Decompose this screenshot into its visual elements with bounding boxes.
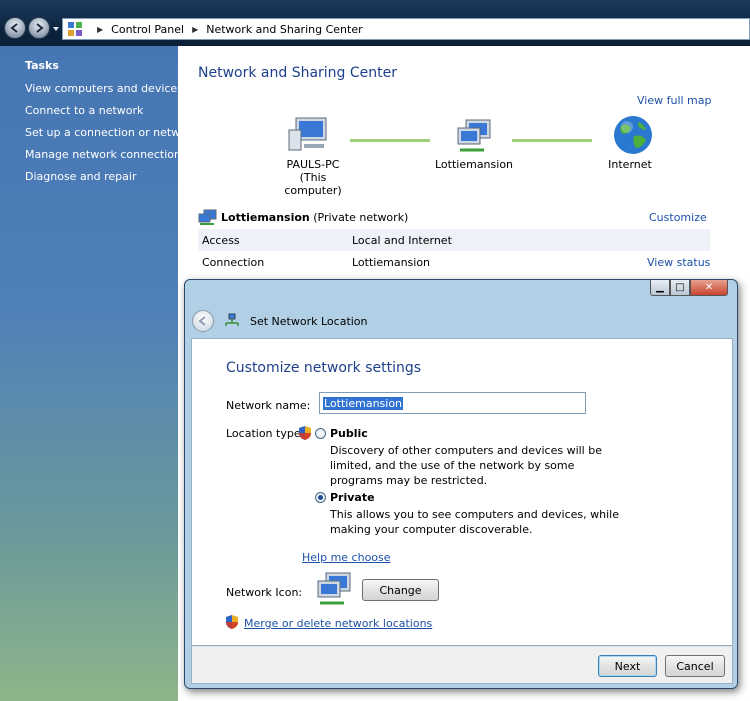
map-link-line	[512, 139, 592, 142]
network-location-icon	[225, 313, 239, 326]
network-name-label: Network name:	[226, 399, 311, 412]
close-button[interactable]: ✕	[690, 280, 728, 296]
computer-name: PAULS-PC	[286, 158, 340, 171]
private-option-label[interactable]: Private	[330, 491, 375, 504]
close-icon: ✕	[704, 282, 714, 293]
network-name: Lottiemansion	[221, 211, 310, 224]
task-view-computers[interactable]: View computers and devices	[25, 82, 183, 95]
set-network-location-dialog: ▁ □ ✕ Set Network Location Customize net…	[184, 279, 738, 689]
back-arrow-icon	[10, 23, 18, 33]
address-bar-area: ▶ Control Panel ▶ Network and Sharing Ce…	[0, 0, 750, 46]
address-bar[interactable]: ▶ Control Panel ▶ Network and Sharing Ce…	[62, 18, 750, 40]
breadcrumb-network-sharing-center[interactable]: Network and Sharing Center	[206, 23, 362, 36]
public-option-description: Discovery of other computers and devices…	[330, 444, 602, 487]
security-shield-icon	[226, 615, 238, 629]
minimize-icon: ▁	[656, 282, 664, 293]
back-arrow-icon	[198, 316, 206, 326]
network-node: Lottiemansion	[432, 158, 516, 171]
computer-icon	[288, 117, 327, 151]
public-radio[interactable]	[315, 428, 326, 439]
network-map-name: Lottiemansion	[434, 158, 514, 171]
row-key: Access	[202, 233, 240, 247]
view-status-link[interactable]: View status	[647, 256, 710, 269]
maximize-icon: □	[675, 282, 685, 293]
globe-icon	[614, 116, 652, 154]
dialog-heading: Customize network settings	[226, 360, 422, 376]
network-detail-row: Connection Lottiemansion	[198, 251, 710, 273]
breadcrumb-separator-icon: ▶	[97, 24, 104, 34]
tasks-sidebar: Tasks View computers and devices Connect…	[0, 46, 198, 701]
customize-link[interactable]: Customize	[649, 211, 707, 224]
task-connect-network[interactable]: Connect to a network	[25, 104, 143, 117]
map-link-line	[350, 139, 430, 142]
public-option-label[interactable]: Public	[330, 427, 368, 440]
cancel-button[interactable]: Cancel	[665, 655, 725, 677]
network-type: (Private network)	[313, 211, 409, 224]
maximize-button[interactable]: □	[670, 280, 690, 296]
network-icon	[317, 572, 351, 605]
task-diagnose-repair[interactable]: Diagnose and repair	[25, 170, 137, 183]
security-shield-icon	[299, 426, 311, 440]
network-name-input[interactable]: Lottiemansion	[319, 392, 586, 414]
row-value: Lottiemansion	[352, 255, 431, 269]
dialog-back-button[interactable]	[192, 310, 214, 332]
minimize-button[interactable]: ▁	[650, 280, 670, 296]
page-title: Network and Sharing Center	[198, 65, 398, 81]
change-icon-button[interactable]: Change	[362, 579, 439, 601]
computer-node: PAULS-PC (This computer)	[273, 158, 353, 197]
network-name-heading: Lottiemansion (Private network)	[221, 211, 408, 224]
dialog-titlebar: Set Network Location	[192, 304, 732, 338]
next-button[interactable]: Next	[598, 655, 657, 677]
forward-button[interactable]	[28, 17, 50, 39]
private-radio[interactable]	[315, 492, 326, 503]
recent-pages-dropdown-icon[interactable]	[52, 25, 60, 33]
task-manage-connections[interactable]: Manage network connections	[25, 148, 187, 161]
network-icon	[457, 119, 491, 152]
dialog-footer: Next Cancel	[191, 646, 733, 684]
network-detail-row: Access Local and Internet	[198, 229, 710, 251]
row-value: Local and Internet	[352, 233, 452, 247]
internet-node: Internet	[598, 158, 662, 171]
dialog-body: Customize network settings Network name:…	[191, 338, 733, 646]
forward-arrow-icon	[36, 23, 44, 33]
help-me-choose-link[interactable]: Help me choose	[302, 551, 391, 564]
breadcrumb-control-panel[interactable]: Control Panel	[111, 23, 184, 36]
breadcrumb-separator-icon: ▶	[192, 24, 199, 34]
back-button[interactable]	[4, 17, 26, 39]
merge-delete-locations-link[interactable]: Merge or delete network locations	[244, 617, 432, 630]
network-icon-label: Network Icon:	[226, 586, 303, 599]
location-type-label: Location type:	[226, 427, 305, 440]
task-setup-connection[interactable]: Set up a connection or network	[25, 126, 198, 139]
view-full-map-link[interactable]: View full map	[637, 94, 712, 107]
internet-label: Internet	[608, 158, 652, 171]
network-status-icon	[198, 209, 217, 225]
dialog-title: Set Network Location	[250, 314, 368, 328]
private-option-description: This allows you to see computers and dev…	[330, 508, 619, 536]
tasks-header: Tasks	[25, 59, 59, 72]
control-panel-icon	[68, 22, 82, 36]
network-name-value: Lottiemansion	[323, 396, 404, 410]
row-key: Connection	[202, 255, 265, 269]
computer-subtitle: (This computer)	[284, 171, 342, 197]
